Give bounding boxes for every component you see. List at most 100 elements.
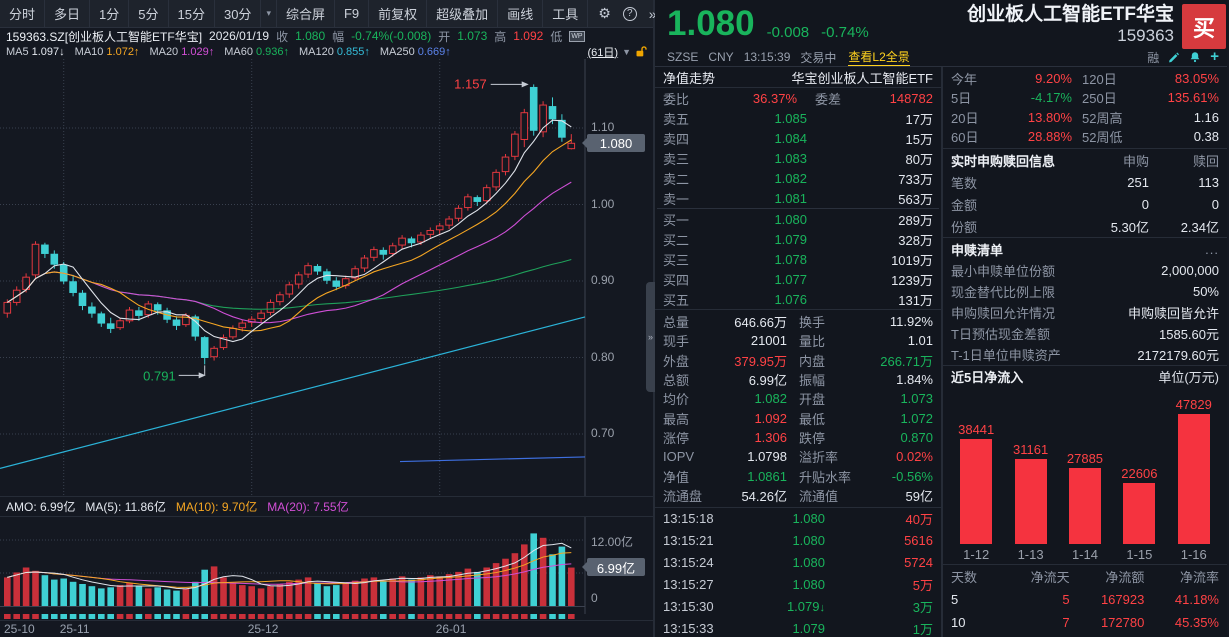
flow-table-row: 5516792341.18% [943, 588, 1227, 611]
unlock-icon[interactable] [635, 45, 647, 58]
toolbar-menu-2[interactable]: 前复权 [369, 0, 427, 27]
time-sales-list[interactable]: 13:15:181.08040万13:15:211.080561613:15:2… [655, 508, 941, 637]
ask-row[interactable]: 卖四1.08415万 [655, 128, 941, 148]
price-axis-label: 1.00 [591, 197, 614, 211]
quote-side: 1.080 -0.008 -0.74% 创业板人工智能ETF华宝 159363 … [655, 0, 1227, 637]
change-percent: -0.74% [821, 24, 869, 41]
data-panels: 净值走势 华宝创业板人工智能ETF 委比 36.37% 委差 148782 卖五… [655, 67, 1227, 637]
instrument-name-block: 创业板人工智能ETF华宝 159363 [967, 2, 1174, 46]
buy-button[interactable]: 买 [1182, 4, 1226, 49]
more-ellipsis[interactable]: ... [1205, 242, 1219, 257]
tab-period-1[interactable]: 多日 [45, 0, 90, 27]
perf-row: 今年9.20%120日83.05% [943, 69, 1227, 88]
toolbar-menu-5[interactable]: 工具 [543, 0, 588, 27]
daily-direction-ribbon [0, 613, 653, 620]
bid-levels: 买一1.080289万买二1.079328万买三1.0781019万买四1.07… [655, 209, 941, 309]
price-axis-label: 0.70 [591, 426, 614, 440]
ask-row[interactable]: 卖三1.08380万 [655, 148, 941, 168]
ma-values: MA51.097↓MA101.072↑MA201.029↑MA600.936↑M… [6, 46, 461, 58]
add-watchlist-icon[interactable]: + [1210, 51, 1219, 63]
toolbar-menu-3[interactable]: 超级叠加 [427, 0, 498, 27]
edit-pencil-icon[interactable] [1168, 51, 1180, 63]
date-label: 25-10 [4, 622, 35, 636]
net-inflow-bar-chart: 384411-12311611-13278851-14226061-154782… [943, 386, 1227, 564]
redeem-column-label: 赎回 [1149, 151, 1219, 170]
settings-gear-icon[interactable]: ⚙ [598, 5, 611, 22]
bar-value-label: 22606 [1121, 466, 1157, 481]
bar-col: 278851-14 [1059, 451, 1111, 562]
creation-list-row: 最小申赎单位份额2,000,000 [943, 260, 1227, 281]
tick-row: 13:15:211.0805616 [655, 530, 941, 552]
price-change: -0.008 -0.74% [767, 24, 869, 41]
volume-indicator-bar: AMO: 6.99亿 MA(5): 11.86亿 MA(10): 9.70亿 M… [0, 496, 653, 516]
l2-view-link[interactable]: 查看L2全景 [848, 48, 909, 66]
stat-row: 涨停1.306跌停0.870 [655, 428, 941, 447]
range-value: -0.74%(-0.008) [351, 29, 431, 43]
ask-row[interactable]: 卖二1.082733万 [655, 168, 941, 188]
quote-header-sub: SZSE CNY 13:15:39 交易中 查看L2全景 融 + [655, 48, 1227, 66]
bid-row[interactable]: 买三1.0781019万 [655, 249, 941, 269]
tab-period-2[interactable]: 1分 [90, 0, 129, 27]
quote-stats: 总量646.66万换手11.92%现手21001量比1.01外盘379.95万内… [655, 309, 941, 508]
bar-category-label: 1-16 [1181, 544, 1207, 562]
weibi-label: 委比 [663, 89, 705, 108]
amo-ma10: MA(10): 9.70亿 [176, 498, 257, 515]
creation-list-rows: 最小申赎单位份额2,000,000现金替代比例上限50%申购赎回允许情况申购赎回… [943, 260, 1227, 365]
open-label: 开 [438, 28, 450, 44]
weicha-label: 委差 [797, 89, 841, 108]
help-icon[interactable]: ? [623, 7, 637, 21]
period-selector[interactable]: (61日) [588, 44, 619, 60]
quote-time: 13:15:39 [744, 50, 791, 64]
stat-row: 最高1.092最低1.072 [655, 408, 941, 427]
ask-levels: 卖五1.08517万卖四1.08415万卖三1.08380万卖二1.082733… [655, 108, 941, 208]
bid-row[interactable]: 买二1.079328万 [655, 229, 941, 249]
tab-period-5[interactable]: 30分 [215, 0, 261, 27]
tab-period-0[interactable]: 分时 [0, 0, 45, 27]
tick-row: 13:15:271.0805万 [655, 574, 941, 596]
toolbar-menu-1[interactable]: F9 [335, 0, 369, 27]
toolbar-menu-0[interactable]: 综合屏 [277, 0, 335, 27]
creation-list-section: 申赎清单 ... 最小申赎单位份额2,000,000现金替代比例上限50%申购赎… [943, 237, 1227, 365]
tab-period-4[interactable]: 15分 [169, 0, 215, 27]
amo-value: AMO: 6.99亿 [6, 498, 75, 515]
stat-row: 总量646.66万换手11.92% [655, 312, 941, 331]
creation-list-row: T-1日单位申赎资产2172179.60元 [943, 344, 1227, 365]
last-price: 1.080 [667, 2, 755, 46]
subscription-section: 实时申购赎回信息 申购 赎回 笔数251113金额00份额5.30亿2.34亿 [943, 148, 1227, 237]
volume-chart[interactable]: 12.00亿 6.99亿 0 [0, 516, 655, 613]
bar-col: 311611-13 [1005, 442, 1057, 562]
ask-row[interactable]: 卖一1.081563万 [655, 188, 941, 208]
low-label: 低 [550, 28, 562, 44]
commission-ratio-row: 委比 36.37% 委差 148782 [655, 88, 941, 108]
nav-trend-tab[interactable]: 净值走势 [663, 68, 715, 87]
price-axis-label: 1.10 [591, 120, 614, 134]
tab-period-3[interactable]: 5分 [129, 0, 168, 27]
ma-item-ma250: MA2500.669↑ [380, 46, 451, 58]
alert-bell-icon[interactable] [1189, 51, 1201, 63]
date-label: 25-12 [248, 622, 279, 636]
price-axis-label: 0.90 [591, 273, 614, 287]
period-dropdown-icon[interactable]: ▼ [622, 47, 631, 57]
ask-row[interactable]: 卖五1.08517万 [655, 108, 941, 128]
date-label: 26-01 [436, 622, 467, 636]
candlestick-chart[interactable]: 1.1570.791 1.080 1.101.000.900.800.70 [0, 59, 655, 496]
panel-collapse-handle[interactable]: » [646, 282, 655, 392]
bid-row[interactable]: 买一1.080289万 [655, 209, 941, 229]
toolbar-menu-4[interactable]: 画线 [498, 0, 543, 27]
quote-header-icons: 融 + [1147, 49, 1219, 66]
bid-row[interactable]: 买四1.0771239万 [655, 269, 941, 289]
period-tabs: 分时多日1分5分15分30分▾ [0, 0, 277, 27]
bar-category-label: 1-13 [1018, 544, 1044, 562]
creation-list-row: 申购赎回允许情况申购赎回皆允许 [943, 302, 1227, 323]
bar-value-label: 27885 [1067, 451, 1103, 466]
tick-row: 13:15:331.0791万 [655, 618, 941, 637]
close-label: 收 [276, 28, 288, 44]
bar-category-label: 1-15 [1126, 544, 1152, 562]
flow-table-row: 10717278045.35% [943, 611, 1227, 634]
wp-badge-icon: WP [569, 31, 584, 42]
period-more-caret-icon[interactable]: ▾ [261, 0, 277, 27]
range-label: 幅 [332, 28, 344, 44]
bid-row[interactable]: 买五1.076131万 [655, 289, 941, 309]
quote-panel: 净值走势 华宝创业板人工智能ETF 委比 36.37% 委差 148782 卖五… [655, 67, 943, 637]
bar-col: 22606 1-15 [1113, 466, 1165, 562]
